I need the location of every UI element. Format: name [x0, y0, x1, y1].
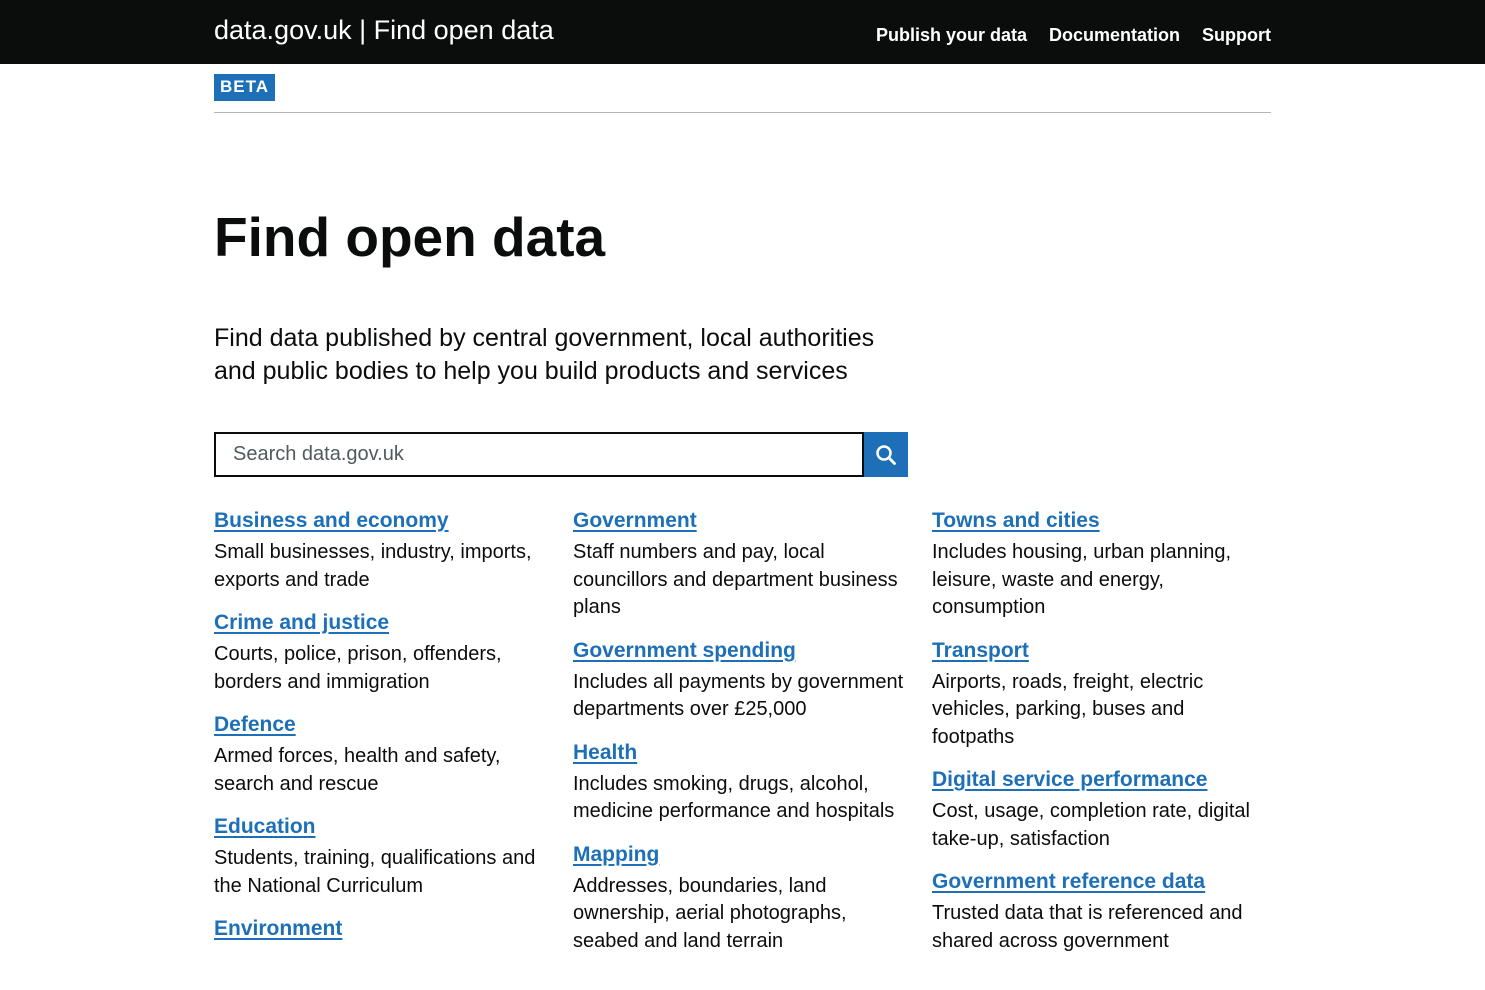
topic-link-government[interactable]: Government [573, 505, 697, 537]
nav-support[interactable]: Support [1202, 24, 1271, 46]
topic-item: Transport Airports, roads, freight, elec… [932, 635, 1274, 752]
topic-item: Government spending Includes all payment… [573, 635, 932, 724]
topic-description: Includes all payments by government depa… [573, 670, 904, 721]
topic-link-education[interactable]: Education [214, 811, 316, 843]
topic-item: Government reference data Trusted data t… [932, 866, 1274, 955]
nav-documentation[interactable]: Documentation [1049, 24, 1180, 46]
site-title-link[interactable]: data.gov.uk | Find open data [214, 14, 554, 46]
topic-item: Business and economy Small businesses, i… [214, 505, 573, 594]
topic-link-business-and-economy[interactable]: Business and economy [214, 505, 449, 537]
topic-link-government-spending[interactable]: Government spending [573, 635, 796, 667]
topic-description: Small businesses, industry, imports, exp… [214, 541, 532, 591]
topic-column: Towns and cities Includes housing, urban… [932, 505, 1274, 968]
nav-publish-your-data[interactable]: Publish your data [876, 24, 1027, 46]
topic-column: Business and economy Small businesses, i… [214, 505, 573, 968]
beta-tag: BETA [214, 74, 276, 101]
topic-list: Business and economy Small businesses, i… [214, 505, 1274, 968]
search-button[interactable] [864, 432, 908, 477]
topic-link-health[interactable]: Health [573, 737, 637, 769]
topic-link-environment[interactable]: Environment [214, 913, 342, 945]
topic-item: Defence Armed forces, health and safety,… [214, 709, 573, 798]
topic-description: Addresses, boundaries, land ownership, a… [573, 874, 847, 952]
topic-description: Cost, usage, completion rate, digital ta… [932, 800, 1250, 850]
topic-link-crime-and-justice[interactable]: Crime and justice [214, 607, 389, 639]
topic-item: Government Staff numbers and pay, local … [573, 505, 932, 622]
topic-link-towns-and-cities[interactable]: Towns and cities [932, 505, 1100, 537]
topic-item: Health Includes smoking, drugs, alcohol,… [573, 737, 932, 826]
topic-description: Airports, roads, freight, electric vehic… [932, 670, 1204, 748]
topic-description: Staff numbers and pay, local councillors… [573, 541, 898, 618]
search-form [214, 432, 908, 477]
topic-item: Environment [214, 913, 573, 945]
topic-description: Students, training, qualifications and t… [214, 847, 536, 897]
topic-link-transport[interactable]: Transport [932, 635, 1029, 667]
search-icon [876, 444, 896, 465]
page-lede: Find data published by central governmen… [214, 324, 875, 385]
topic-link-defence[interactable]: Defence [214, 709, 296, 741]
topic-description: Includes housing, urban planning, leisur… [932, 541, 1232, 618]
topic-description: Armed forces, health and safety, search … [214, 745, 501, 795]
phase-banner: BETA [214, 64, 1271, 113]
header-nav: Publish your data Documentation Support [876, 24, 1271, 46]
search-input[interactable] [214, 432, 864, 477]
topic-description: Includes smoking, drugs, alcohol, medici… [573, 772, 895, 823]
topic-link-mapping[interactable]: Mapping [573, 839, 659, 871]
topic-description: Trusted data that is referenced and shar… [932, 902, 1243, 952]
topic-link-digital-service-performance[interactable]: Digital service performance [932, 764, 1207, 796]
topic-description: Courts, police, prison, offenders, borde… [214, 643, 502, 693]
topic-item: Towns and cities Includes housing, urban… [932, 505, 1274, 622]
page-title: Find open data [214, 206, 606, 268]
topic-item: Crime and justice Courts, police, prison… [214, 607, 573, 696]
topic-link-government-reference-data[interactable]: Government reference data [932, 866, 1205, 898]
topic-item: Digital service performance Cost, usage,… [932, 764, 1274, 853]
topic-item: Education Students, training, qualificat… [214, 811, 573, 900]
topic-column: Government Staff numbers and pay, local … [573, 505, 932, 968]
site-header: data.gov.uk | Find open data Publish you… [0, 0, 1485, 64]
topic-item: Mapping Addresses, boundaries, land owne… [573, 839, 932, 956]
